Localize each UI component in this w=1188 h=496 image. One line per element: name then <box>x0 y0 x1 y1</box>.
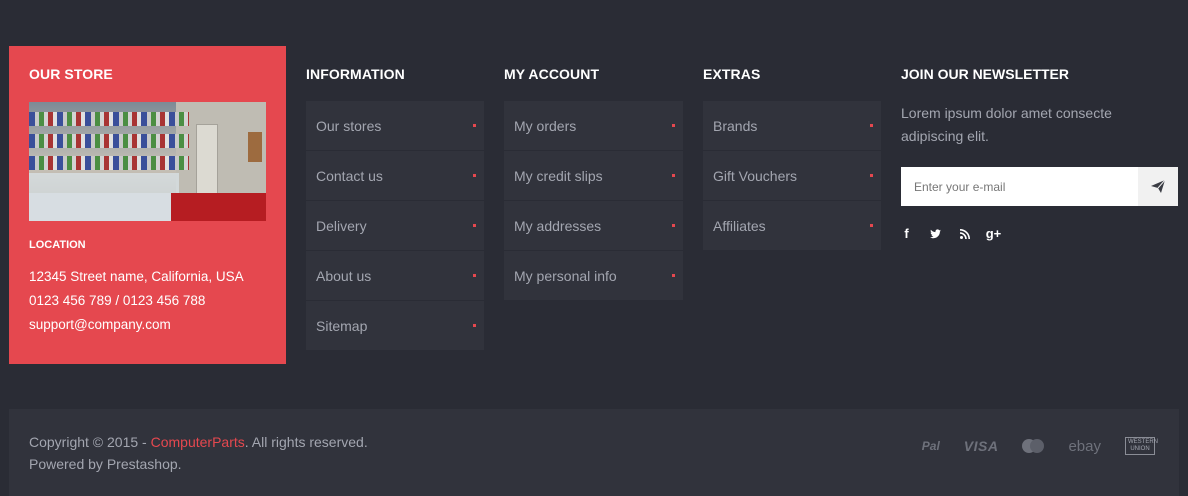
extras-link-affiliates[interactable]: Affiliates <box>703 201 881 250</box>
location-heading: LOCATION <box>29 239 86 251</box>
newsletter-email-input[interactable] <box>901 167 1138 206</box>
bullet-icon <box>672 274 675 277</box>
payment-methods: Pal VISA ebay WESTERN UNION <box>921 437 1158 455</box>
copyright-bar: Copyright © 2015 - ComputerParts. All ri… <box>9 409 1179 496</box>
account-link-personal-info[interactable]: My personal info <box>504 251 683 300</box>
newsletter-form <box>901 167 1178 206</box>
our-store-heading: OUR STORE <box>29 66 113 82</box>
paypal-icon: Pal <box>921 439 940 453</box>
info-link-sitemap[interactable]: Sitemap <box>306 301 484 350</box>
brand-link[interactable]: ComputerParts <box>151 434 245 450</box>
mastercard-icon <box>1022 439 1045 453</box>
information-heading: INFORMATION <box>306 66 405 82</box>
extras-link-gift-vouchers[interactable]: Gift Vouchers <box>703 151 881 200</box>
google-plus-icon[interactable]: g+ <box>986 226 1002 241</box>
our-store-panel: OUR STORE LOCATION 12345 Street name, Ca… <box>9 46 286 364</box>
paper-plane-icon <box>1151 180 1165 193</box>
store-photo <box>29 102 266 221</box>
bullet-icon <box>672 124 675 127</box>
bullet-icon <box>473 224 476 227</box>
twitter-icon[interactable] <box>930 228 941 239</box>
extras-link-brands[interactable]: Brands <box>703 101 881 150</box>
powered-by-text: Powered by Prestashop. <box>29 456 182 472</box>
my-account-heading: MY ACCOUNT <box>504 66 600 82</box>
store-email[interactable]: support@company.com <box>29 313 266 337</box>
bullet-icon <box>672 174 675 177</box>
bullet-icon <box>870 124 873 127</box>
account-link-addresses[interactable]: My addresses <box>504 201 683 250</box>
facebook-icon[interactable]: f <box>901 226 912 241</box>
newsletter-submit-button[interactable] <box>1138 167 1178 206</box>
info-link-contact-us[interactable]: Contact us <box>306 151 484 200</box>
bullet-icon <box>473 124 476 127</box>
store-address: 12345 Street name, California, USA <box>29 269 244 284</box>
newsletter-description: Lorem ipsum dolor amet consecte adipisci… <box>901 105 1112 144</box>
store-phones: 0123 456 789 / 0123 456 788 <box>29 293 206 308</box>
bullet-icon <box>870 224 873 227</box>
info-link-our-stores[interactable]: Our stores <box>306 101 484 150</box>
western-union-icon: WESTERN UNION <box>1125 437 1158 455</box>
bullet-icon <box>473 324 476 327</box>
visa-icon: VISA <box>963 438 999 454</box>
account-link-orders[interactable]: My orders <box>504 101 683 150</box>
bullet-icon <box>473 174 476 177</box>
bullet-icon <box>672 224 675 227</box>
copyright-text: Copyright © 2015 - ComputerParts. All ri… <box>29 434 368 450</box>
bullet-icon <box>473 274 476 277</box>
social-links: f g+ <box>901 226 1002 241</box>
newsletter-heading: JOIN OUR NEWSLETTER <box>901 66 1070 82</box>
info-link-delivery[interactable]: Delivery <box>306 201 484 250</box>
account-link-credit-slips[interactable]: My credit slips <box>504 151 683 200</box>
rss-icon[interactable] <box>959 228 970 239</box>
bullet-icon <box>870 174 873 177</box>
ebay-icon: ebay <box>1068 437 1101 455</box>
info-link-about-us[interactable]: About us <box>306 251 484 300</box>
extras-heading: EXTRAS <box>703 66 761 82</box>
